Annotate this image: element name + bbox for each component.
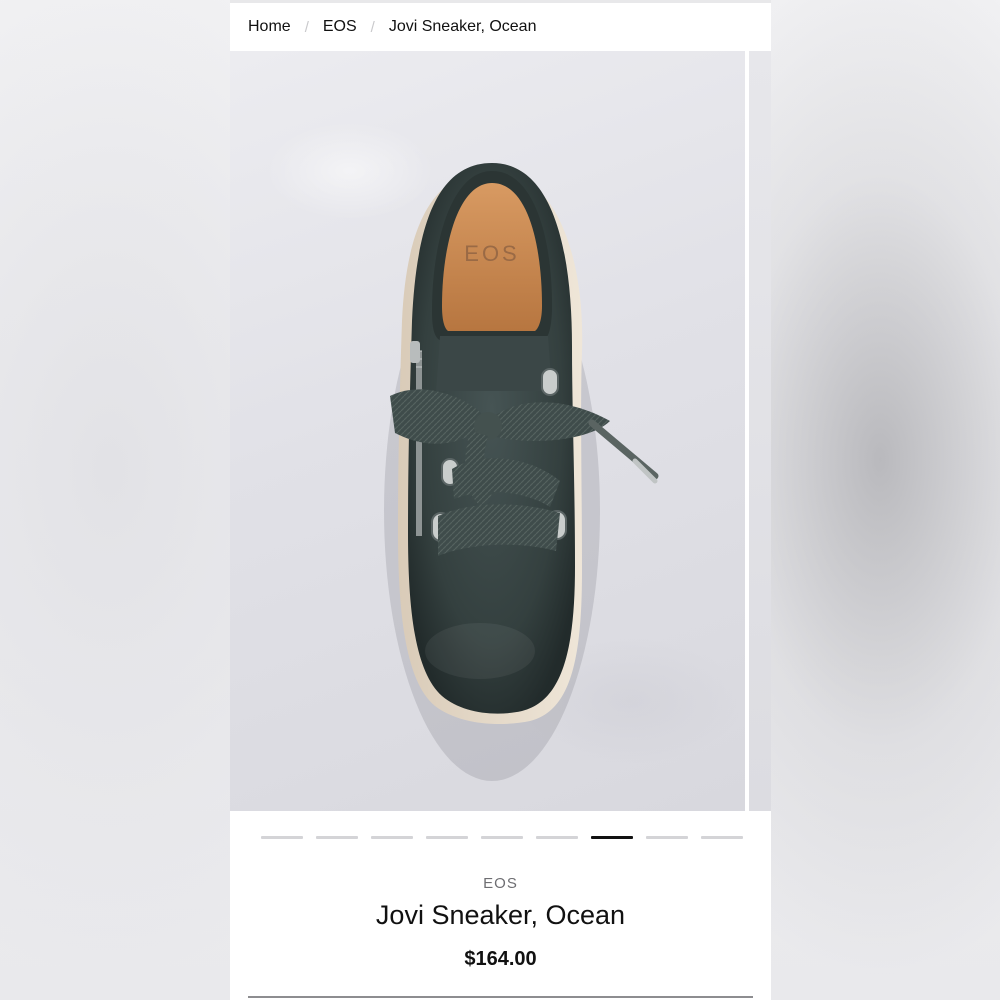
breadcrumb-home-link[interactable]: Home (248, 18, 291, 36)
carousel-dot[interactable] (536, 836, 578, 839)
breadcrumb-current: Jovi Sneaker, Ocean (388, 18, 537, 35)
top-divider (230, 0, 771, 3)
product-image-carousel[interactable]: EOS (230, 51, 771, 811)
carousel-dot[interactable] (316, 836, 358, 839)
product-price: $164.00 (464, 948, 537, 970)
breadcrumb-separator: / (370, 18, 375, 36)
insole-logo: EOS (464, 241, 519, 266)
product-image[interactable]: EOS (230, 51, 745, 811)
product-page: Home / EOS / Jovi Sneaker, Ocean EOS EOS… (230, 0, 771, 1000)
section-divider (248, 996, 753, 998)
carousel-dot[interactable] (701, 836, 743, 839)
carousel-dot[interactable] (646, 836, 688, 839)
next-slide-peek[interactable] (749, 51, 771, 811)
breadcrumb-separator: / (304, 18, 309, 36)
carousel-dot[interactable] (481, 836, 523, 839)
carousel-indicators (261, 836, 743, 839)
product-brand[interactable]: EOS (230, 875, 771, 892)
breadcrumb-brand-link[interactable]: EOS (323, 18, 357, 36)
breadcrumb: Home / EOS / Jovi Sneaker, Ocean (248, 16, 536, 38)
shoe-photo: EOS (384, 163, 659, 781)
product-title: Jovi Sneaker, Ocean (375, 900, 626, 930)
carousel-dot[interactable] (426, 836, 468, 839)
carousel-dot-active[interactable] (591, 836, 633, 839)
carousel-dot[interactable] (371, 836, 413, 839)
carousel-dot[interactable] (261, 836, 303, 839)
